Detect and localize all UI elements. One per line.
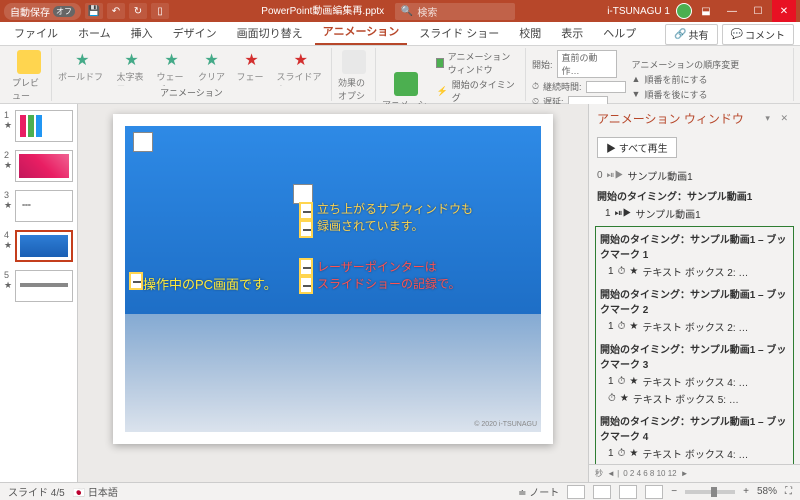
ribbon-options-icon[interactable]: ⬓	[694, 0, 718, 22]
notes-button[interactable]: ≐ ノート	[518, 484, 559, 499]
tab-home[interactable]: ホーム	[70, 21, 119, 45]
normal-view-icon[interactable]	[567, 485, 585, 499]
search-box[interactable]: 🔍 検索	[395, 3, 515, 20]
status-bar: スライド 4/5 🇯🇵 日本語 ≐ ノート − + 58% ⛶	[0, 482, 800, 500]
animation-marker	[299, 220, 313, 238]
gallery-item: ★クリア	[197, 50, 227, 86]
slide-text-2: レーザーポインターはスライドショーの記録で。	[317, 258, 461, 292]
thumbnail-5[interactable]	[15, 270, 73, 302]
user-avatar[interactable]	[676, 3, 692, 19]
animation-pane-toggle[interactable]: アニメーション ウィンドウ	[436, 50, 519, 76]
slide-canvas[interactable]: 立ち上がるサブウィンドウも録画されています。 レーザーポインターはスライドショー…	[78, 104, 588, 482]
language-indicator[interactable]: 🇯🇵 日本語	[73, 484, 118, 499]
animation-group[interactable]: 開始のタイミング：サンプル動画1 1⏯▶サンプル動画1	[593, 186, 796, 222]
zoom-out-icon[interactable]: −	[671, 486, 677, 497]
redo-icon[interactable]: ↻	[129, 3, 147, 19]
zoom-in-icon[interactable]: +	[743, 486, 749, 497]
pane-close-icon[interactable]: ✕	[780, 113, 792, 123]
animation-item[interactable]: 0⏯▶サンプル動画1	[593, 166, 796, 185]
tab-view[interactable]: 表示	[553, 21, 591, 45]
user-name: i-TSUNAGU 1	[607, 6, 670, 17]
tab-slideshow[interactable]: スライド ショー	[411, 21, 507, 45]
ribbon-tabs: ファイル ホーム 挿入 デザイン 画面切り替え アニメーション スライド ショー…	[0, 22, 800, 46]
thumbnail-3[interactable]: ===	[15, 190, 73, 222]
tab-review[interactable]: 校閲	[511, 21, 549, 45]
minimize-icon[interactable]: —	[720, 0, 744, 22]
animation-timeline[interactable]: 秒◄ | 0 2 4 6 8 10 12 ►	[589, 464, 800, 482]
gallery-item: ★スライドアウト	[277, 50, 326, 86]
tab-design[interactable]: デザイン	[165, 21, 225, 45]
copyright: © 2020 i-TSUNAGU	[474, 421, 537, 428]
gallery-item: ★フェード	[237, 50, 267, 86]
slideshow-view-icon[interactable]	[645, 485, 663, 499]
slide: 立ち上がるサブウィンドウも録画されています。 レーザーポインターはスライドショー…	[113, 114, 553, 444]
duration-input[interactable]	[586, 81, 626, 93]
animation-group[interactable]: 開始のタイミング：サンプル動画1 – ブックマーク 4 1⏱★テキスト ボックス…	[596, 411, 793, 464]
sorter-view-icon[interactable]	[593, 485, 611, 499]
tab-help[interactable]: ヘルプ	[595, 21, 644, 45]
document-title: PowerPoint動画編集再.pptx	[261, 6, 384, 17]
start-dropdown[interactable]: 直前の動作…	[557, 50, 617, 78]
tab-file[interactable]: ファイル	[6, 21, 66, 45]
reading-view-icon[interactable]	[619, 485, 637, 499]
tab-insert[interactable]: 挿入	[123, 21, 161, 45]
thumbnail-2[interactable]	[15, 150, 73, 182]
animation-marker	[299, 276, 313, 294]
thumbnail-4[interactable]	[15, 230, 73, 262]
animation-pane-title: アニメーション ウィンドウ	[597, 110, 744, 127]
slide-counter[interactable]: スライド 4/5	[8, 484, 65, 499]
move-later-button[interactable]: ▼ 順番を後にする	[632, 88, 740, 101]
autosave-toggle[interactable]: 自動保存 オフ	[4, 3, 81, 20]
close-icon[interactable]: ✕	[772, 0, 796, 22]
tab-transitions[interactable]: 画面切り替え	[229, 21, 311, 45]
animation-pane: アニメーション ウィンドウ ▾ ✕ ▶ すべて再生 0⏯▶サンプル動画1 開始の…	[588, 104, 800, 482]
zoom-slider[interactable]	[685, 490, 735, 494]
animation-group[interactable]: 開始のタイミング：サンプル動画1 – ブックマーク 2 1⏱★テキスト ボックス…	[596, 284, 793, 335]
slide-thumbnails: 1★ 2★ 3★=== 4★ 5★	[0, 104, 78, 482]
slide-text-1: 立ち上がるサブウィンドウも録画されています。	[317, 200, 473, 234]
share-button[interactable]: 🔗 共有	[665, 24, 717, 45]
maximize-icon[interactable]: ☐	[746, 0, 770, 22]
animation-group[interactable]: 開始のタイミング：サンプル動画1 – ブックマーク 3 1⏱★テキスト ボックス…	[596, 339, 793, 407]
trigger-button[interactable]: ⚡ 開始のタイミング	[436, 78, 519, 104]
fit-window-icon[interactable]: ⛶	[785, 486, 792, 497]
undo-icon[interactable]: ↶	[107, 3, 125, 19]
animation-marker	[299, 202, 313, 220]
comment-button[interactable]: 💬 コメント	[722, 24, 794, 45]
animation-marker	[129, 272, 143, 290]
preview-button[interactable]: プレビュー	[12, 50, 45, 102]
animation-gallery[interactable]: ★ボールドフラ… ★太字表示 ★ウェーブ ★クリア ★フェード ★スライドアウト	[58, 50, 325, 86]
pane-dropdown-icon[interactable]: ▾	[765, 113, 774, 123]
gallery-item: ★ウェーブ	[157, 50, 187, 86]
save-icon[interactable]: 💾	[85, 3, 103, 19]
gallery-item: ★太字表示	[117, 50, 147, 86]
start-slideshow-icon[interactable]: ▯	[151, 3, 169, 19]
animation-marker	[299, 258, 313, 276]
thumbnail-1[interactable]	[15, 110, 73, 142]
zoom-level[interactable]: 58%	[757, 486, 777, 497]
slide-text-3: 操作中のPC画面です。	[143, 274, 277, 293]
desktop-icon	[293, 184, 313, 204]
animation-group[interactable]: 開始のタイミング：サンプル動画1 – ブックマーク 1 1⏱★テキスト ボックス…	[596, 229, 793, 280]
ribbon: プレビュー プレビュー ★ボールドフラ… ★太字表示 ★ウェーブ ★クリア ★フ…	[0, 46, 800, 104]
gallery-item: ★ボールドフラ…	[58, 50, 107, 86]
play-all-button[interactable]: ▶ すべて再生	[597, 137, 677, 158]
desktop-icon	[133, 132, 153, 152]
move-earlier-button[interactable]: ▲ 順番を前にする	[632, 73, 740, 86]
tab-animations[interactable]: アニメーション	[315, 19, 408, 45]
